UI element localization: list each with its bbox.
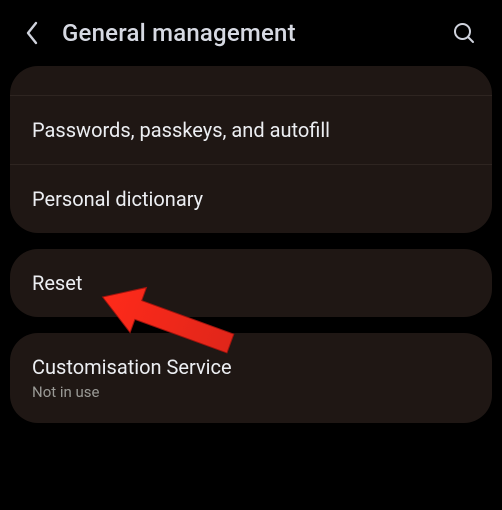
menu-item-label: Customisation Service — [32, 355, 470, 379]
menu-item-reset[interactable]: Reset — [10, 249, 492, 317]
header: General management — [0, 0, 502, 66]
menu-item-label: Personal dictionary — [32, 187, 470, 211]
page-title: General management — [62, 19, 444, 47]
menu-item-label: Reset — [32, 271, 470, 295]
search-icon — [452, 21, 476, 45]
settings-group-2: Reset — [10, 249, 492, 317]
settings-group-3: Customisation Service Not in use — [10, 333, 492, 423]
group-spacer — [10, 66, 492, 96]
menu-item-subtitle: Not in use — [32, 383, 470, 401]
content: Passwords, passkeys, and autofill Person… — [0, 66, 502, 423]
menu-item-customisation-service[interactable]: Customisation Service Not in use — [10, 333, 492, 423]
chevron-left-icon — [25, 21, 39, 45]
back-button[interactable] — [18, 13, 46, 53]
menu-item-passwords[interactable]: Passwords, passkeys, and autofill — [10, 96, 492, 164]
menu-item-personal-dictionary[interactable]: Personal dictionary — [10, 164, 492, 233]
search-button[interactable] — [444, 13, 484, 53]
settings-group-1: Passwords, passkeys, and autofill Person… — [10, 66, 492, 233]
menu-item-label: Passwords, passkeys, and autofill — [32, 118, 470, 142]
